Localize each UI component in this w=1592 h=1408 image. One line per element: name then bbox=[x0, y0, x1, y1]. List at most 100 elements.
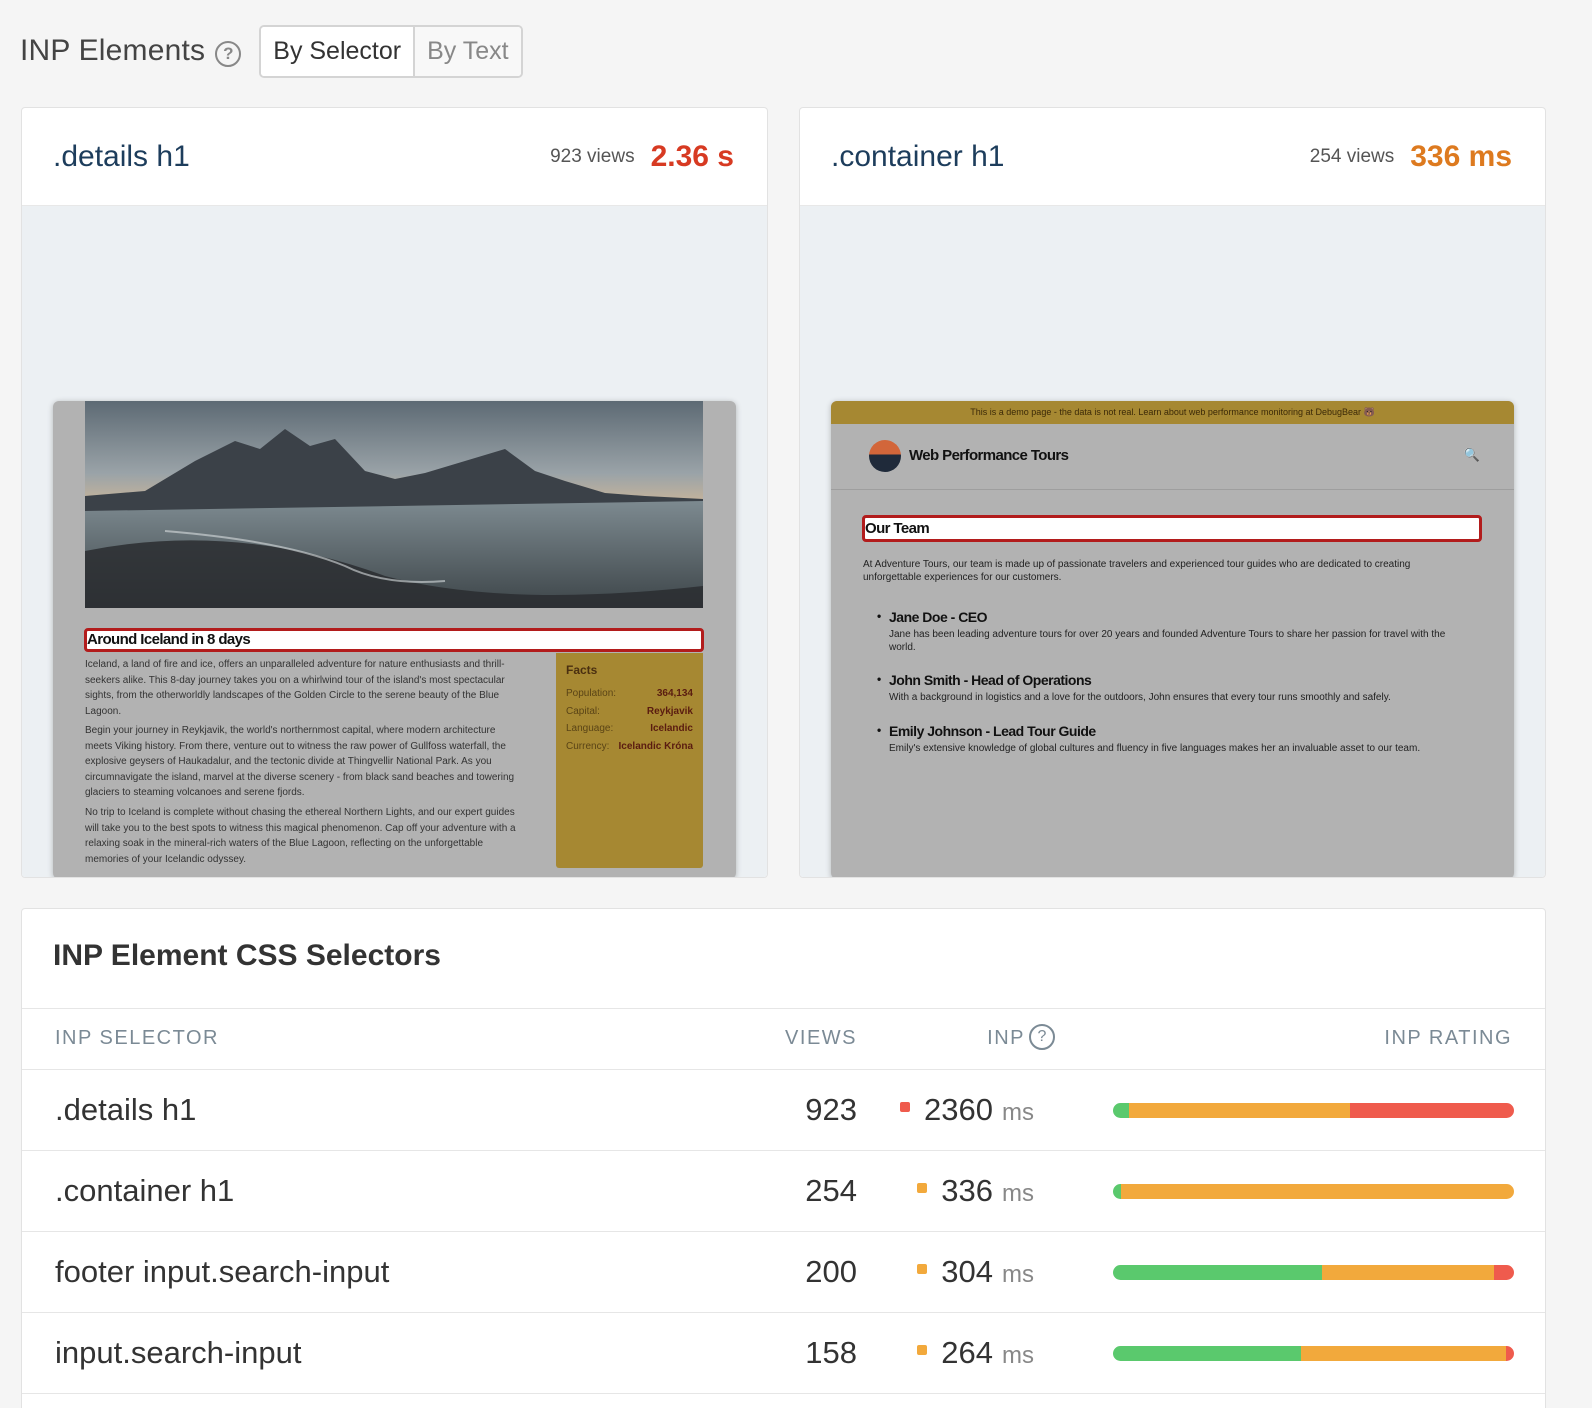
table-row[interactable]: input.search-input 158 264 ms bbox=[22, 1313, 1545, 1394]
rating-bar bbox=[1113, 1184, 1514, 1199]
fact-row: Language: Icelandic bbox=[566, 720, 693, 738]
fact-key: Population: bbox=[566, 688, 617, 699]
card-inp-value: 336 ms bbox=[1410, 139, 1512, 173]
card-header: .details h1 923 views 2.36 s bbox=[22, 108, 767, 206]
column-header-selector[interactable]: INP SELECTOR bbox=[55, 1027, 219, 1050]
card-selector[interactable]: .container h1 bbox=[831, 140, 1004, 174]
selectors-table-card: INP Element CSS Selectors INP SELECTOR V… bbox=[21, 908, 1546, 1408]
screenshot-paragraph: No trip to Iceland is complete without c… bbox=[85, 807, 516, 865]
fact-row: Capital: Reykjavik bbox=[566, 703, 693, 721]
card-screenshot-area: Around Iceland in 8 days Iceland, a land… bbox=[22, 206, 767, 877]
fact-row: Currency: Icelandic Króna bbox=[566, 738, 693, 756]
card-views: 923 views bbox=[550, 145, 635, 167]
row-inp: 264 ms bbox=[917, 1335, 1034, 1371]
help-icon[interactable]: ? bbox=[1029, 1024, 1055, 1050]
row-inp-value: 304 bbox=[941, 1254, 993, 1289]
bar-poor bbox=[1349, 1103, 1514, 1118]
rating-bar bbox=[1113, 1103, 1514, 1118]
card-inp-value: 2.36 s bbox=[650, 139, 734, 173]
demo-banner: This is a demo page - the data is not re… bbox=[831, 401, 1514, 424]
card-selector[interactable]: .details h1 bbox=[53, 140, 190, 174]
row-inp-value: 336 bbox=[941, 1173, 993, 1208]
fact-row: Population: 364,134 bbox=[566, 685, 693, 703]
status-dot bbox=[917, 1345, 928, 1355]
bar-good bbox=[1113, 1103, 1130, 1118]
element-card: .container h1 254 views 336 ms This is a… bbox=[799, 107, 1546, 878]
bar-good bbox=[1113, 1265, 1322, 1280]
row-inp-unit: ms bbox=[1002, 1180, 1034, 1207]
bar-poor bbox=[1493, 1265, 1514, 1280]
team-member: Emily Johnson - Lead Tour Guide Emily's … bbox=[877, 723, 1469, 756]
bar-good bbox=[1113, 1346, 1302, 1361]
team-member: John Smith - Head of Operations With a b… bbox=[877, 672, 1469, 705]
status-dot bbox=[900, 1102, 911, 1112]
table-row[interactable]: .container h1 254 336 ms bbox=[22, 1151, 1545, 1232]
row-inp-unit: ms bbox=[1002, 1342, 1034, 1369]
column-header-rating[interactable]: INP RATING bbox=[1384, 1027, 1512, 1050]
bar-needs-improvement bbox=[1129, 1103, 1350, 1118]
fact-value: 364,134 bbox=[656, 688, 693, 699]
screenshot-paragraph: Iceland, a land of fire and ice, offers … bbox=[85, 659, 505, 717]
help-icon[interactable]: ? bbox=[215, 41, 242, 67]
row-inp-unit: ms bbox=[1002, 1261, 1034, 1288]
tab-by-selector[interactable]: By Selector bbox=[261, 26, 416, 76]
search-icon: 🔍 bbox=[1463, 447, 1480, 462]
element-screenshot: Around Iceland in 8 days Iceland, a land… bbox=[53, 401, 736, 877]
highlighted-element: Around Iceland in 8 days bbox=[84, 628, 704, 652]
row-inp: 336 ms bbox=[917, 1173, 1034, 1209]
column-header-views[interactable]: VIEWS bbox=[785, 1027, 857, 1050]
row-views: 254 bbox=[805, 1173, 857, 1208]
fact-value: Reykjavik bbox=[646, 705, 693, 717]
bar-needs-improvement bbox=[1301, 1346, 1506, 1361]
bar-good bbox=[1113, 1184, 1122, 1199]
column-header-inp[interactable]: INP? bbox=[987, 1024, 1055, 1050]
bar-poor bbox=[1505, 1346, 1514, 1361]
card-screenshot-area: This is a demo page - the data is not re… bbox=[800, 206, 1545, 877]
fact-key: Language: bbox=[566, 723, 614, 734]
element-screenshot: This is a demo page - the data is not re… bbox=[831, 401, 1514, 877]
row-inp: 304 ms bbox=[917, 1254, 1034, 1290]
table-row[interactable]: .details h1 923 2360 ms bbox=[22, 1070, 1545, 1151]
table-title: INP Element CSS Selectors bbox=[53, 939, 441, 972]
card-views: 254 views bbox=[1309, 145, 1395, 167]
element-card: .details h1 923 views 2.36 s Around Icel… bbox=[21, 107, 768, 878]
fact-value: Icelandic Króna bbox=[618, 740, 693, 752]
page-title: INP Elements bbox=[20, 34, 206, 67]
row-selector: footer input.search-input bbox=[55, 1254, 390, 1289]
site-logo bbox=[869, 440, 901, 472]
screenshot-paragraph: Begin your journey in Reykjavik, the wor… bbox=[85, 725, 515, 798]
card-header: .container h1 254 views 336 ms bbox=[800, 108, 1545, 206]
member-name: Emily Johnson - Lead Tour Guide bbox=[877, 723, 1469, 739]
tab-by-text[interactable]: By Text bbox=[415, 26, 521, 76]
row-inp-value: 2360 bbox=[924, 1092, 993, 1127]
member-desc: Emily's extensive knowledge of global cu… bbox=[889, 743, 1421, 754]
fact-value: Icelandic bbox=[650, 723, 693, 734]
table-row[interactable]: footer input.search-input 200 304 ms bbox=[22, 1232, 1545, 1313]
bar-needs-improvement bbox=[1321, 1265, 1494, 1280]
row-inp: 2360 ms bbox=[900, 1092, 1034, 1128]
fact-key: Capital: bbox=[566, 705, 600, 717]
row-selector: .details h1 bbox=[55, 1092, 197, 1127]
member-name: John Smith - Head of Operations bbox=[877, 672, 1469, 688]
member-desc: With a background in logistics and a lov… bbox=[889, 692, 1391, 703]
page-header: INP Elements ? By Selector By Text bbox=[20, 24, 523, 78]
row-selector: input.search-input bbox=[55, 1335, 302, 1370]
rating-bar bbox=[1113, 1346, 1514, 1361]
row-inp-unit: ms bbox=[1002, 1099, 1034, 1126]
facts-box: Facts Population: 364,134 Capital: Reykjav… bbox=[556, 653, 703, 868]
site-header: Web Performance Tours 🔍 bbox=[831, 424, 1514, 490]
landscape-image bbox=[85, 401, 703, 608]
column-header-inp-label: INP bbox=[987, 1027, 1025, 1049]
status-dot bbox=[917, 1264, 928, 1274]
site-name: Web Performance Tours bbox=[909, 447, 1069, 464]
row-selector: .container h1 bbox=[55, 1173, 235, 1208]
mountain-image bbox=[85, 401, 703, 608]
team-intro: At Adventure Tours, our team is made up … bbox=[863, 559, 1411, 583]
member-name: Jane Doe - CEO bbox=[877, 609, 1469, 625]
row-views: 200 bbox=[805, 1254, 857, 1289]
table-header: INP SELECTOR VIEWS INP? INP RATING bbox=[22, 1008, 1545, 1070]
row-views: 923 bbox=[805, 1092, 857, 1127]
status-dot bbox=[917, 1183, 928, 1193]
rating-bar bbox=[1113, 1265, 1514, 1280]
highlighted-element: Our Team bbox=[862, 515, 1482, 542]
